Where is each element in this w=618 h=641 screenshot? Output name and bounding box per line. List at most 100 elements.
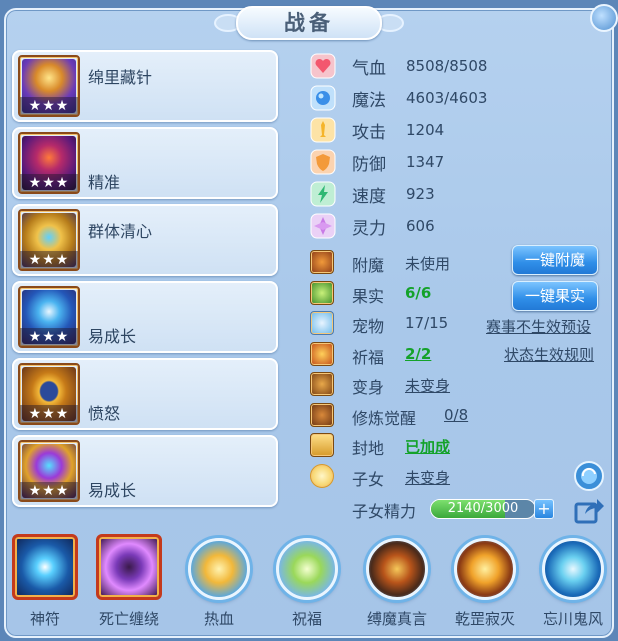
pet-icon (310, 311, 334, 335)
lightning-icon (310, 181, 336, 207)
stat-row-defense: 防御 1347 (310, 146, 606, 178)
stat-value: 923 (406, 185, 435, 203)
magic-orb-icon (310, 85, 336, 111)
child-energy-bar: 2140/3000 (430, 499, 536, 519)
purple-gold-totem-icon: ★★★ (18, 440, 80, 502)
children-icon (310, 463, 334, 488)
qiangang-icon (454, 538, 516, 600)
attribute-stats: 气血 8508/8508 魔法 4603/4603 攻击 1204 防御 134… (310, 50, 606, 242)
status-rules-link[interactable]: 状态生效规则 (504, 344, 594, 365)
heart-icon (310, 53, 336, 79)
stat-label: 魔法 (352, 90, 386, 111)
bottom-skill-blessing[interactable]: 祝福 (268, 528, 346, 634)
hot-blood-icon (188, 538, 250, 600)
stat-value: 606 (406, 217, 435, 235)
skill-stars: ★★★ (20, 251, 78, 269)
misc-value: 17/15 (405, 314, 449, 332)
golden-needle-icon: ★★★ (18, 55, 80, 117)
bottom-skill-rune[interactable]: 神符 (8, 528, 86, 634)
skill-card[interactable]: ★★★ 愤怒 (12, 358, 278, 430)
misc-row-cultivation: 修炼觉醒 0/8 (308, 401, 608, 432)
skill-stars: ★★★ (20, 482, 78, 500)
bottom-skill-label: 热血 (203, 610, 234, 628)
death-coil-icon (96, 534, 162, 600)
bottom-skill-label: 忘川鬼风 (542, 610, 603, 628)
transform-icon (310, 372, 334, 396)
purple-demon-icon: ★★★ (18, 132, 80, 194)
misc-row-transform: 变身 未变身 (308, 370, 608, 401)
misc-label: 附魔 (352, 256, 385, 275)
misc-value: 6/6 (405, 283, 432, 302)
stat-value: 8508/8508 (406, 57, 488, 75)
skill-name: 愤怒 (88, 404, 121, 423)
sword-icon (310, 117, 336, 143)
misc-row-fief: 封地 已加成 (308, 431, 608, 462)
skill-name: 易成长 (88, 327, 137, 346)
ghost-wind-icon (542, 538, 604, 600)
spirit-icon (310, 213, 336, 239)
misc-value: 未使用 (405, 255, 451, 273)
skill-stars: ★★★ (20, 328, 78, 346)
stat-label: 攻击 (352, 122, 386, 143)
misc-label: 子女 (352, 469, 385, 489)
page-title: 战备 (236, 6, 382, 40)
gold-bracelet-icon: ★★★ (18, 363, 80, 425)
misc-label: 修炼觉醒 (352, 408, 417, 428)
stat-row-attack: 攻击 1204 (310, 114, 606, 146)
fruit-icon (310, 280, 334, 305)
shield-icon (310, 149, 336, 175)
bottom-skill-death-coil[interactable]: 死亡缠绕 (92, 528, 170, 634)
skill-list: ★★★ 绵里藏针 ★★★ 精准 ★★★ 群体清心 ★★★ 易成长 ★★★ 愤怒 (12, 50, 280, 512)
skill-stars: ★★★ (20, 174, 78, 192)
child-energy-label: 子女精力 (352, 502, 417, 521)
one-click-fruit-button[interactable]: 一键果实 (512, 281, 598, 311)
event-preset-link[interactable]: 赛事不生效预设 (486, 316, 591, 337)
stat-row-spirit: 灵力 606 (310, 210, 606, 242)
misc-row-children: 子女 未变身 (308, 462, 608, 493)
skill-stars: ★★★ (20, 405, 78, 423)
bottom-skill-label: 乾罡寂灭 (454, 610, 515, 628)
bless-icon (310, 341, 334, 366)
bottom-skill-qiangang[interactable]: 乾罡寂灭 (446, 528, 524, 634)
golden-crown-icon: ★★★ (18, 209, 80, 271)
bottom-skill-label: 缚魔真言 (366, 610, 427, 628)
skill-card[interactable]: ★★★ 精准 (12, 127, 278, 199)
misc-value[interactable]: 2/2 (405, 345, 431, 363)
bottom-skill-ghost-wind[interactable]: 忘川鬼风 (534, 528, 612, 634)
bottom-skill-hot-blood[interactable]: 热血 (180, 528, 258, 634)
fief-icon (310, 433, 334, 457)
stat-row-speed: 速度 923 (310, 178, 606, 210)
blue-ring-icon: ★★★ (18, 286, 80, 348)
stat-row-mp: 魔法 4603/4603 (310, 82, 606, 114)
help-orb-icon[interactable] (590, 4, 618, 32)
misc-label: 变身 (352, 378, 385, 397)
skill-card[interactable]: ★★★ 群体清心 (12, 204, 278, 276)
stat-row-hp: 气血 8508/8508 (310, 50, 606, 82)
add-energy-button[interactable]: + (534, 499, 554, 519)
misc-label: 祈福 (352, 347, 385, 367)
bottom-skill-bind-demon[interactable]: 缚魔真言 (358, 528, 436, 634)
stat-label: 灵力 (352, 218, 386, 239)
misc-value[interactable]: 未变身 (405, 467, 450, 488)
skill-card[interactable]: ★★★ 易成长 (12, 435, 278, 507)
refresh-orb-icon[interactable] (573, 460, 605, 492)
skill-name: 绵里藏针 (88, 68, 153, 87)
misc-value[interactable]: 未变身 (405, 375, 450, 396)
share-icon[interactable] (573, 494, 605, 526)
child-energy-value: 2140/3000 (447, 501, 519, 516)
stat-value: 1347 (406, 153, 445, 171)
one-click-enchant-button[interactable]: 一键附魔 (512, 245, 598, 275)
skill-stars: ★★★ (20, 97, 78, 115)
misc-value[interactable]: 已加成 (405, 436, 450, 457)
stat-value: 1204 (406, 121, 445, 139)
stat-label: 气血 (352, 58, 386, 79)
bottom-skill-label: 祝福 (291, 610, 322, 628)
skill-card[interactable]: ★★★ 易成长 (12, 281, 278, 353)
bottom-skill-label: 死亡缠绕 (98, 610, 159, 628)
misc-value[interactable]: 0/8 (444, 406, 468, 424)
misc-label: 宠物 (352, 317, 385, 336)
skill-card[interactable]: ★★★ 绵里藏针 (12, 50, 278, 122)
stat-value: 4603/4603 (406, 89, 488, 107)
skill-name: 精准 (88, 173, 121, 192)
cultivation-icon (310, 402, 334, 427)
